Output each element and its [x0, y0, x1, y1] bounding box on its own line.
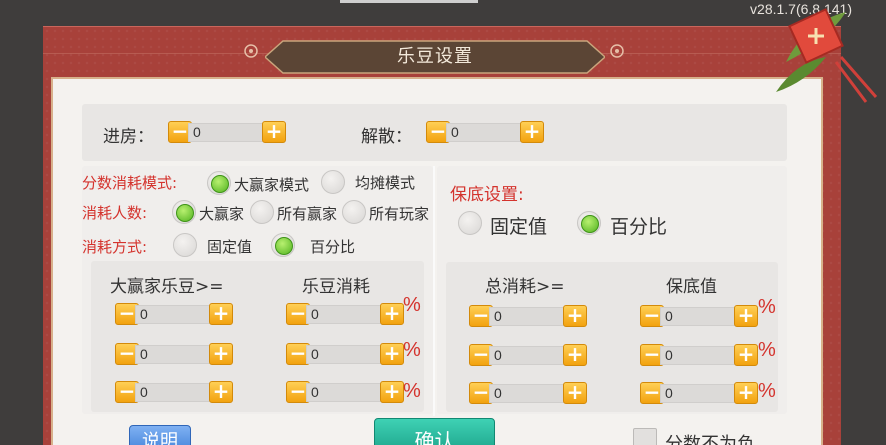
- threshold-input[interactable]: 0: [489, 384, 567, 403]
- dismiss-stepper: − 0 +: [426, 121, 546, 143]
- consume-cost-stepper: − 0 +: [286, 343, 406, 365]
- guarantee-value-stepper: − 0 +: [640, 344, 760, 366]
- enter-plus-button[interactable]: +: [262, 121, 286, 143]
- dismiss-label: 解散：: [361, 127, 412, 147]
- mode-radio-winner[interactable]: [207, 171, 231, 195]
- guarantee-option-fixed: 固定值: [490, 216, 548, 238]
- plus-button[interactable]: +: [734, 382, 758, 404]
- help-button[interactable]: 说明: [129, 425, 191, 445]
- people-label: 消耗人数:: [82, 204, 148, 222]
- people-radio-all-players[interactable]: [342, 200, 366, 224]
- value-input[interactable]: 0: [660, 384, 738, 403]
- guarantee-value-stepper: − 0 +: [640, 382, 760, 404]
- confirm-button[interactable]: 确认: [374, 418, 495, 445]
- method-option-fixed: 固定值: [207, 238, 253, 256]
- people-option-winner: 大赢家: [199, 205, 245, 223]
- dismiss-input[interactable]: 0: [446, 123, 524, 142]
- value-input[interactable]: 0: [660, 346, 738, 365]
- people-radio-all-winners[interactable]: [250, 200, 274, 224]
- no-negative-checkbox[interactable]: [633, 428, 657, 445]
- enter-room-label: 进房：: [103, 127, 154, 147]
- percent-label: %: [403, 380, 421, 402]
- method-radio-fixed[interactable]: [173, 233, 197, 257]
- consume-cost-stepper: − 0 +: [286, 303, 406, 325]
- guarantee-col2-header: 保底值: [666, 277, 717, 297]
- percent-label: %: [758, 296, 776, 318]
- mode-radio-split[interactable]: [321, 170, 345, 194]
- percent-label: %: [758, 339, 776, 361]
- plus-button[interactable]: +: [209, 303, 233, 325]
- plus-button[interactable]: +: [563, 344, 587, 366]
- plus-button[interactable]: +: [563, 305, 587, 327]
- mode-label: 分数消耗模式:: [82, 174, 178, 192]
- guarantee-threshold-stepper: − 0 +: [469, 382, 589, 404]
- threshold-input[interactable]: 0: [489, 307, 567, 326]
- plus-button[interactable]: +: [209, 343, 233, 365]
- people-option-all-winners: 所有赢家: [277, 205, 338, 223]
- guarantee-value-stepper: − 0 +: [640, 305, 760, 327]
- threshold-input[interactable]: 0: [135, 383, 213, 402]
- dialog-title: 乐豆设置: [397, 46, 473, 67]
- consume-col2-header: 乐豆消耗: [302, 277, 370, 297]
- enter-room-input[interactable]: 0: [188, 123, 266, 142]
- ornament-right-icon: [610, 44, 624, 58]
- guarantee-label: 保底设置:: [450, 185, 524, 205]
- threshold-input[interactable]: 0: [135, 345, 213, 364]
- plus-button[interactable]: +: [380, 303, 404, 325]
- mode-option-winner: 大赢家模式: [234, 176, 310, 194]
- percent-label: %: [403, 339, 421, 361]
- percent-label: %: [403, 294, 421, 316]
- guarantee-radio-percent[interactable]: [577, 211, 601, 235]
- cost-input[interactable]: 0: [306, 383, 384, 402]
- method-label: 消耗方式:: [82, 238, 148, 256]
- value-input[interactable]: 0: [660, 307, 738, 326]
- method-option-percent: 百分比: [310, 238, 356, 256]
- plus-button[interactable]: +: [563, 382, 587, 404]
- cost-input[interactable]: 0: [306, 305, 384, 324]
- guarantee-col1-header: 总消耗>=: [485, 277, 565, 297]
- percent-label: %: [758, 380, 776, 402]
- consume-cost-stepper: − 0 +: [286, 381, 406, 403]
- guarantee-threshold-stepper: − 0 +: [469, 344, 589, 366]
- top-notch: [340, 0, 478, 3]
- cost-input[interactable]: 0: [306, 345, 384, 364]
- consume-threshold-stepper: − 0 +: [115, 381, 235, 403]
- plus-button[interactable]: +: [734, 305, 758, 327]
- consume-threshold-stepper: − 0 +: [115, 343, 235, 365]
- people-radio-winner[interactable]: [172, 200, 196, 224]
- plus-button[interactable]: +: [734, 344, 758, 366]
- enter-room-stepper: − 0 +: [168, 121, 288, 143]
- method-radio-percent[interactable]: [271, 233, 295, 257]
- title-banner: 乐豆设置: [265, 39, 605, 75]
- plus-button[interactable]: +: [380, 343, 404, 365]
- no-negative-label: 分数不为负: [665, 434, 755, 445]
- mode-option-split: 均摊模式: [355, 174, 416, 192]
- consume-col1-header: 大赢家乐豆>=: [110, 277, 224, 297]
- guarantee-option-percent: 百分比: [610, 216, 668, 238]
- close-gift-icon[interactable]: [766, 2, 886, 110]
- guarantee-threshold-stepper: − 0 +: [469, 305, 589, 327]
- plus-button[interactable]: +: [209, 381, 233, 403]
- ornament-left-icon: [244, 44, 258, 58]
- consume-threshold-stepper: − 0 +: [115, 303, 235, 325]
- plus-button[interactable]: +: [380, 381, 404, 403]
- dismiss-plus-button[interactable]: +: [520, 121, 544, 143]
- threshold-input[interactable]: 0: [489, 346, 567, 365]
- people-option-all-players: 所有玩家: [369, 205, 430, 223]
- panel-divider: [433, 166, 435, 416]
- guarantee-radio-fixed[interactable]: [458, 211, 482, 235]
- threshold-input[interactable]: 0: [135, 305, 213, 324]
